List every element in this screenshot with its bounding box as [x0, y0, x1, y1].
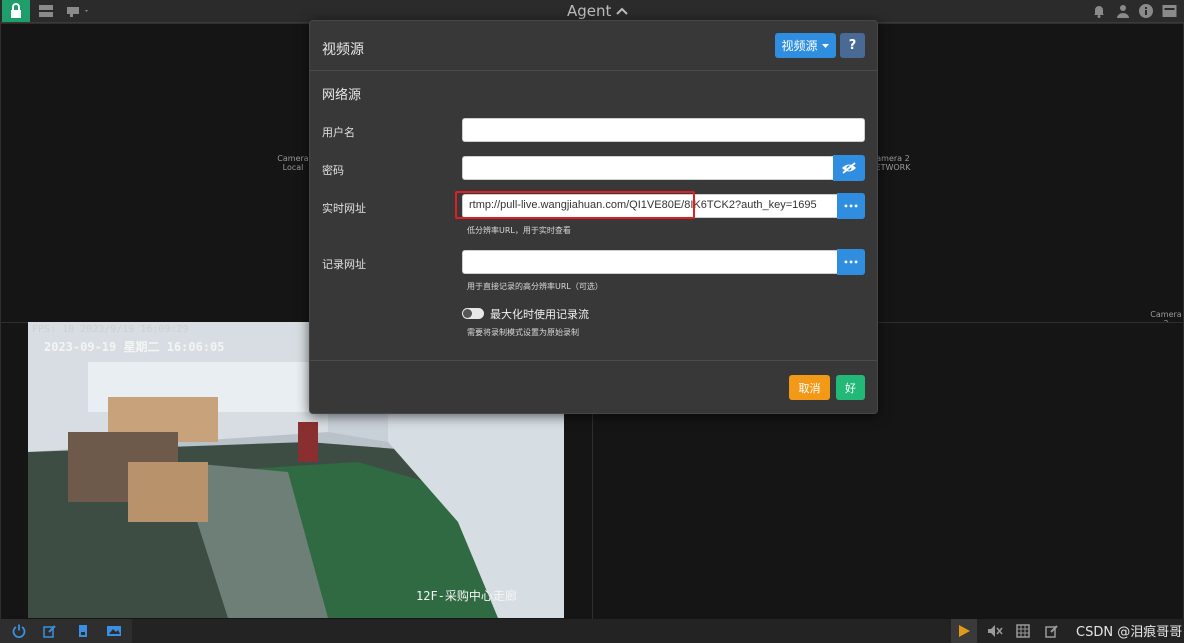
- fps-overlay: FPS: 10 2023/9/19 16:09:29: [32, 324, 189, 335]
- more-dots-icon: •••: [843, 201, 859, 211]
- window-icon[interactable]: [1160, 2, 1178, 20]
- csdn-watermark: CSDN @泪痕哥哥: [1076, 625, 1183, 640]
- username-label: 用户名: [322, 126, 355, 139]
- toggle-knob: [463, 309, 472, 318]
- more-dots-icon: •••: [843, 257, 859, 267]
- live-url-label: 实时网址: [322, 202, 366, 215]
- lock-icon: [11, 3, 21, 18]
- footer-divider: [310, 360, 877, 361]
- server-icon[interactable]: [37, 2, 55, 20]
- record-url-options-button[interactable]: •••: [837, 249, 865, 275]
- bell-icon[interactable]: [1090, 2, 1108, 20]
- password-input[interactable]: [462, 156, 834, 180]
- video-source-button-label: 视频源: [781, 39, 818, 53]
- edit-icon[interactable]: [41, 622, 59, 640]
- caret-down-icon: [821, 43, 829, 48]
- chevron-up-icon: [616, 7, 628, 15]
- timestamp-overlay: 2023-09-19 星期二 16:06:05: [44, 340, 225, 354]
- cancel-button[interactable]: 取消: [789, 375, 830, 400]
- password-label: 密码: [322, 164, 344, 177]
- info-icon[interactable]: [1137, 2, 1155, 20]
- toggle-hint: 需要将录制模式设置为原始录制: [467, 328, 579, 337]
- edit-layout-icon[interactable]: [1043, 622, 1061, 640]
- camera-menu-button[interactable]: [64, 2, 92, 20]
- dialog-title: 视频源: [322, 42, 364, 58]
- camera1-label: Camera Local: [277, 154, 309, 172]
- ok-button[interactable]: 好: [836, 375, 865, 400]
- record-url-input[interactable]: [462, 250, 838, 274]
- document-icon[interactable]: [74, 622, 92, 640]
- bottom-left-toolbar: [0, 619, 132, 643]
- image-icon[interactable]: [105, 622, 123, 640]
- user-icon[interactable]: [1114, 2, 1132, 20]
- record-url-hint: 用于直接记录的高分辨率URL（可选）: [467, 282, 603, 291]
- camera-icon: [67, 7, 88, 17]
- use-record-stream-label: 最大化时使用记录流: [490, 308, 589, 321]
- location-overlay: 12F-采购中心走廊: [416, 589, 517, 603]
- play-icon[interactable]: [951, 619, 977, 643]
- power-icon[interactable]: [10, 622, 28, 640]
- live-url-hint: 低分辨率URL，用于实时查看: [467, 226, 571, 235]
- agent-title-button[interactable]: Agent: [567, 2, 628, 20]
- eye-slash-icon: [842, 162, 856, 174]
- help-button[interactable]: ?: [840, 33, 865, 58]
- header-divider: [310, 70, 877, 71]
- record-url-label: 记录网址: [322, 258, 366, 271]
- bottom-bar: [0, 619, 1184, 643]
- grid-icon[interactable]: [1014, 622, 1032, 640]
- use-record-stream-toggle[interactable]: [462, 308, 484, 319]
- username-input[interactable]: [462, 118, 865, 142]
- video-source-dropdown-button[interactable]: 视频源: [775, 33, 836, 58]
- highlight-annotation-box: [455, 191, 695, 219]
- lock-button[interactable]: [2, 0, 30, 22]
- agent-title: Agent: [567, 2, 612, 20]
- mute-icon[interactable]: [986, 622, 1004, 640]
- section-title: 网络源: [322, 88, 362, 103]
- toggle-password-visibility-button[interactable]: [833, 155, 865, 181]
- live-url-options-button[interactable]: •••: [837, 193, 865, 219]
- camera2-label: amera 2 ETWORK: [875, 154, 911, 172]
- video-source-dialog: 视频源 视频源 ? 网络源 用户名 密码 实时网址 rtmp://pull-li…: [309, 20, 878, 414]
